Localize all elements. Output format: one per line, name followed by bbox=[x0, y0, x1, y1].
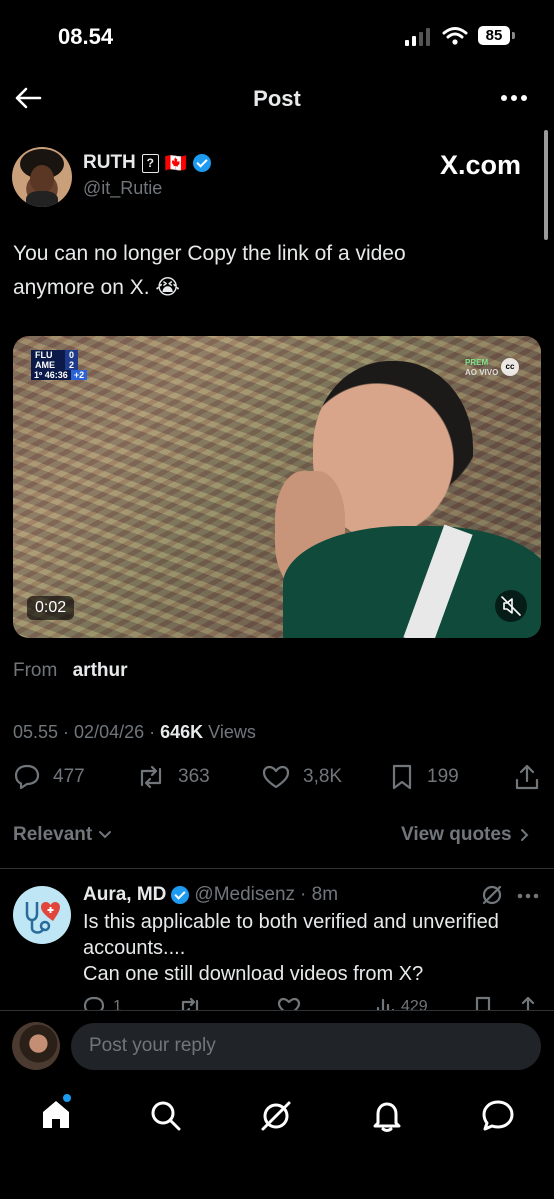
reply-time: · 8m bbox=[300, 884, 339, 905]
bookmark-button[interactable]: 199 bbox=[389, 763, 459, 791]
repost-icon[interactable] bbox=[178, 996, 202, 1010]
reply-text-line3: Can one still download videos from X? bbox=[83, 963, 424, 985]
view-quotes-link[interactable]: View quotes bbox=[401, 824, 530, 846]
reply-views-button[interactable]: 429 bbox=[375, 996, 428, 1010]
video-source: From arthur bbox=[13, 660, 128, 682]
verified-badge-icon bbox=[171, 886, 190, 904]
nav-grok-icon[interactable] bbox=[258, 1098, 294, 1134]
unknown-glyph-icon: ? bbox=[141, 153, 159, 173]
reply-reply-button[interactable]: 1 bbox=[83, 996, 122, 1010]
video-duration: 0:02 bbox=[27, 596, 75, 620]
score-team1: FLU bbox=[31, 350, 65, 360]
post-text: You can no longer Copy the link of a vid… bbox=[13, 242, 406, 299]
wifi-icon bbox=[442, 27, 468, 45]
score-team2: AME bbox=[31, 360, 65, 370]
verified-badge-icon bbox=[193, 154, 212, 172]
brand-watermark: X.com bbox=[440, 150, 522, 180]
repost-count: 363 bbox=[178, 766, 210, 787]
channel-sub: AO VIVO bbox=[465, 368, 499, 377]
reply-reply-count: 1 bbox=[113, 998, 122, 1010]
share-button[interactable] bbox=[513, 763, 541, 796]
views-label: Views bbox=[208, 722, 256, 742]
repost-icon bbox=[140, 765, 162, 789]
status-bar: 08.54 85 bbox=[0, 0, 554, 70]
from-label: From bbox=[13, 660, 58, 681]
scrollbar[interactable] bbox=[544, 130, 548, 240]
reply-icon bbox=[83, 996, 105, 1010]
scoreboard: FLU 0 AME 2 1º 46:36 +2 bbox=[31, 350, 88, 380]
canada-flag-icon: 🇨🇦 bbox=[164, 152, 188, 173]
post-actions: 477 363 3,8K 199 bbox=[13, 763, 543, 795]
score-team1-goals: 0 bbox=[65, 350, 79, 360]
sort-label: Relevant bbox=[13, 824, 93, 845]
page-title: Post bbox=[253, 86, 301, 111]
post-timestamp: 05.55 · 02/04/26 · bbox=[13, 722, 156, 742]
chevron-right-icon bbox=[520, 829, 528, 841]
like-count: 3,8K bbox=[303, 766, 343, 787]
author-handle[interactable]: @it_Rutie bbox=[83, 178, 162, 199]
nav-home[interactable] bbox=[38, 1094, 74, 1132]
divider bbox=[0, 868, 554, 869]
heart-icon bbox=[262, 765, 290, 789]
view-quotes-label: View quotes bbox=[401, 824, 512, 845]
channel-name: PREM bbox=[465, 358, 489, 367]
reply-actions: 1 429 bbox=[83, 996, 543, 1010]
analytics-icon bbox=[376, 998, 395, 1010]
grok-icon[interactable] bbox=[481, 884, 503, 906]
more-options-icon[interactable] bbox=[500, 94, 528, 102]
author-name: RUTH bbox=[83, 152, 136, 173]
bookmark-icon bbox=[392, 764, 412, 790]
heart-icon[interactable] bbox=[277, 996, 301, 1010]
composer-avatar[interactable] bbox=[12, 1022, 60, 1070]
author-avatar[interactable] bbox=[12, 147, 72, 207]
reply-button[interactable]: 477 bbox=[13, 763, 85, 791]
views-count: 646K bbox=[160, 722, 204, 742]
author-name-row[interactable]: RUTH ? 🇨🇦 bbox=[83, 152, 212, 174]
reply-input-placeholder: Post your reply bbox=[89, 1035, 216, 1056]
share-icon bbox=[515, 764, 539, 790]
reply-author-name: Aura, MD bbox=[83, 884, 167, 905]
bottom-nav bbox=[0, 1082, 554, 1152]
reply-avatar[interactable] bbox=[13, 886, 71, 944]
video-player[interactable]: FLU 0 AME 2 1º 46:36 +2 PREM AO VIVO cc 0:0… bbox=[13, 336, 541, 638]
repost-button[interactable]: 363 bbox=[136, 763, 210, 791]
reply-views-count: 429 bbox=[401, 998, 428, 1010]
like-button[interactable]: 3,8K bbox=[261, 763, 342, 791]
captions-icon[interactable]: cc bbox=[501, 358, 519, 376]
reply-text-line2: accounts.... bbox=[83, 937, 186, 959]
reply-input[interactable]: Post your reply bbox=[71, 1023, 541, 1070]
from-user[interactable]: arthur bbox=[73, 660, 128, 681]
chevron-down-icon bbox=[99, 831, 112, 839]
reply-text: Is this applicable to both verified and … bbox=[83, 909, 533, 987]
signal-icon bbox=[405, 28, 430, 46]
added-time: +2 bbox=[70, 370, 88, 380]
post-meta: 05.55 · 02/04/26 · 646K Views bbox=[13, 722, 256, 743]
header: Post bbox=[0, 72, 554, 124]
stethoscope-heart-icon bbox=[25, 902, 60, 934]
status-time: 08.54 bbox=[58, 24, 114, 49]
reply-handle: @Medisenz bbox=[194, 884, 296, 905]
composer-divider bbox=[0, 1010, 554, 1011]
nav-messages-icon[interactable] bbox=[480, 1098, 516, 1134]
reply-icon bbox=[14, 764, 40, 790]
reply-count: 477 bbox=[53, 766, 85, 787]
notification-dot bbox=[63, 1094, 71, 1102]
match-clock: 1º 46:36 bbox=[31, 370, 71, 380]
sort-dropdown[interactable]: Relevant bbox=[13, 824, 112, 846]
reply-more-icon[interactable] bbox=[517, 893, 539, 899]
battery-icon: 85 bbox=[478, 26, 510, 45]
share-icon[interactable] bbox=[517, 996, 539, 1010]
nav-notifications-icon[interactable] bbox=[369, 1098, 405, 1134]
mute-button[interactable] bbox=[495, 590, 527, 622]
reply-header[interactable]: Aura, MD @Medisenz · 8m bbox=[83, 884, 338, 906]
bookmark-count: 199 bbox=[427, 766, 459, 787]
bookmark-icon[interactable] bbox=[473, 996, 493, 1010]
channel-logo: PREM AO VIVO bbox=[465, 358, 498, 378]
home-indicator bbox=[0, 1160, 554, 1199]
score-team2-goals: 2 bbox=[65, 360, 79, 370]
battery-level: 85 bbox=[485, 27, 503, 44]
nav-search-icon[interactable] bbox=[148, 1098, 184, 1134]
muted-speaker-icon bbox=[501, 596, 521, 616]
reply-text-line1: Is this applicable to both verified and … bbox=[83, 911, 499, 933]
